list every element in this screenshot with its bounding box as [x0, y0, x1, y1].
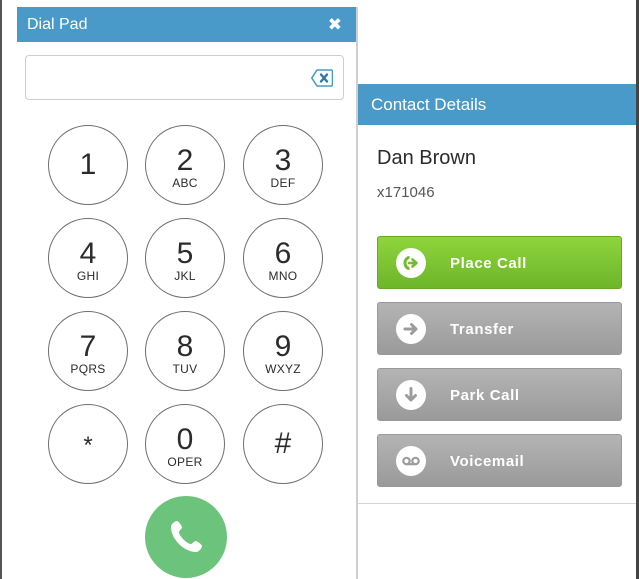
key-letters: JKL	[174, 269, 196, 283]
key-digit: 8	[176, 330, 194, 363]
dial-pad-title: Dial Pad	[27, 16, 88, 33]
key-star[interactable]: *	[48, 404, 128, 484]
key-digit: 5	[176, 237, 194, 270]
key-4[interactable]: 4 GHI	[48, 218, 128, 298]
dial-pad-header: Dial Pad ✖	[17, 7, 356, 42]
key-digit: 0	[176, 423, 194, 456]
transfer-button[interactable]: Transfer	[377, 302, 622, 355]
key-1[interactable]: 1	[48, 125, 128, 205]
contact-extension: x171046	[377, 184, 435, 201]
key-hash[interactable]: #	[243, 404, 323, 484]
key-letters: OPER	[167, 455, 203, 469]
arrow-right-icon	[396, 314, 426, 344]
key-9[interactable]: 9 WXYZ	[243, 311, 323, 391]
park-call-button[interactable]: Park Call	[377, 368, 622, 421]
contact-details-title: Contact Details	[371, 95, 487, 114]
contact-name: Dan Brown	[377, 147, 476, 169]
key-digit: 3	[274, 144, 292, 177]
key-0[interactable]: 0 OPER	[145, 404, 225, 484]
place-call-button[interactable]: Place Call	[377, 236, 622, 289]
key-digit: 6	[274, 237, 292, 270]
arrow-down-icon	[396, 380, 426, 410]
voicemail-button[interactable]: Voicemail	[377, 434, 622, 487]
place-call-label: Place Call	[450, 255, 527, 272]
key-letters: GHI	[76, 269, 100, 283]
dial-pad-panel: Dial Pad ✖ 1 2 ABC 3 DEF 4 GHI 5 JKL 6 M…	[17, 7, 357, 579]
key-digit: 4	[79, 237, 97, 270]
dial-number-field[interactable]	[25, 55, 344, 100]
window-edge-left	[0, 0, 2, 579]
key-7[interactable]: 7 PQRS	[48, 311, 128, 391]
phone-icon	[171, 521, 202, 552]
dial-number-input[interactable]	[26, 56, 306, 99]
key-digit: 1	[79, 148, 97, 181]
key-digit: 2	[176, 144, 194, 177]
transfer-label: Transfer	[450, 321, 514, 338]
key-letters: TUV	[172, 362, 198, 376]
key-digit: #	[274, 427, 292, 460]
key-6[interactable]: 6 MNO	[243, 218, 323, 298]
key-5[interactable]: 5 JKL	[145, 218, 225, 298]
key-digit: 9	[274, 330, 292, 363]
place-call-icon	[396, 248, 426, 278]
dial-call-button[interactable]	[145, 496, 227, 578]
key-3[interactable]: 3 DEF	[243, 125, 323, 205]
backspace-icon[interactable]	[311, 69, 333, 87]
close-icon[interactable]: ✖	[328, 7, 342, 42]
key-letters: DEF	[270, 176, 296, 190]
key-letters: MNO	[268, 269, 298, 283]
key-digit: 7	[79, 330, 97, 363]
key-letters: PQRS	[70, 362, 106, 376]
voicemail-label: Voicemail	[450, 453, 525, 470]
contact-details-header: Contact Details	[358, 84, 636, 125]
contact-details-bottom-divider	[358, 503, 636, 504]
key-letters: WXYZ	[265, 362, 301, 376]
voicemail-icon	[396, 446, 426, 476]
key-2[interactable]: 2 ABC	[145, 125, 225, 205]
key-8[interactable]: 8 TUV	[145, 311, 225, 391]
key-letters: ABC	[172, 176, 198, 190]
key-digit: *	[83, 432, 93, 459]
park-call-label: Park Call	[450, 387, 520, 404]
